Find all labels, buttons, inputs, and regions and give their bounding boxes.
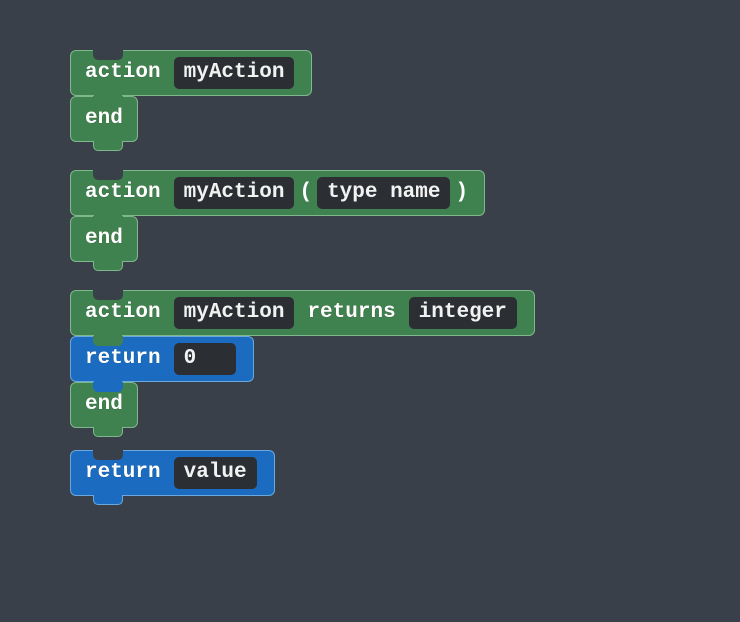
action-name-field[interactable]: myAction	[174, 57, 295, 89]
return-value-field[interactable]: 0	[174, 343, 236, 375]
block-stack-3: action myAction returns integer return 0…	[70, 290, 740, 428]
block-workspace: action myAction end action myAction ( ty…	[0, 0, 740, 496]
block-stack-1: action myAction end	[70, 50, 740, 142]
action-returns-block[interactable]: action myAction returns integer	[70, 290, 535, 336]
end-block[interactable]: end	[70, 382, 138, 428]
action-with-params-block[interactable]: action myAction ( type name )	[70, 170, 485, 216]
param-field[interactable]: type name	[317, 177, 450, 209]
end-block[interactable]: end	[70, 96, 138, 142]
return-type-field[interactable]: integer	[409, 297, 517, 329]
action-name-field[interactable]: myAction	[174, 177, 295, 209]
return-expression-field[interactable]: value	[174, 457, 257, 489]
block-stack-4: return value	[70, 450, 740, 496]
action-name-field[interactable]: myAction	[174, 297, 295, 329]
return-block[interactable]: return 0	[70, 336, 254, 382]
action-definition-block[interactable]: action myAction	[70, 50, 312, 96]
return-value-block[interactable]: return value	[70, 450, 275, 496]
block-stack-2: action myAction ( type name ) end	[70, 170, 740, 262]
end-block[interactable]: end	[70, 216, 138, 262]
